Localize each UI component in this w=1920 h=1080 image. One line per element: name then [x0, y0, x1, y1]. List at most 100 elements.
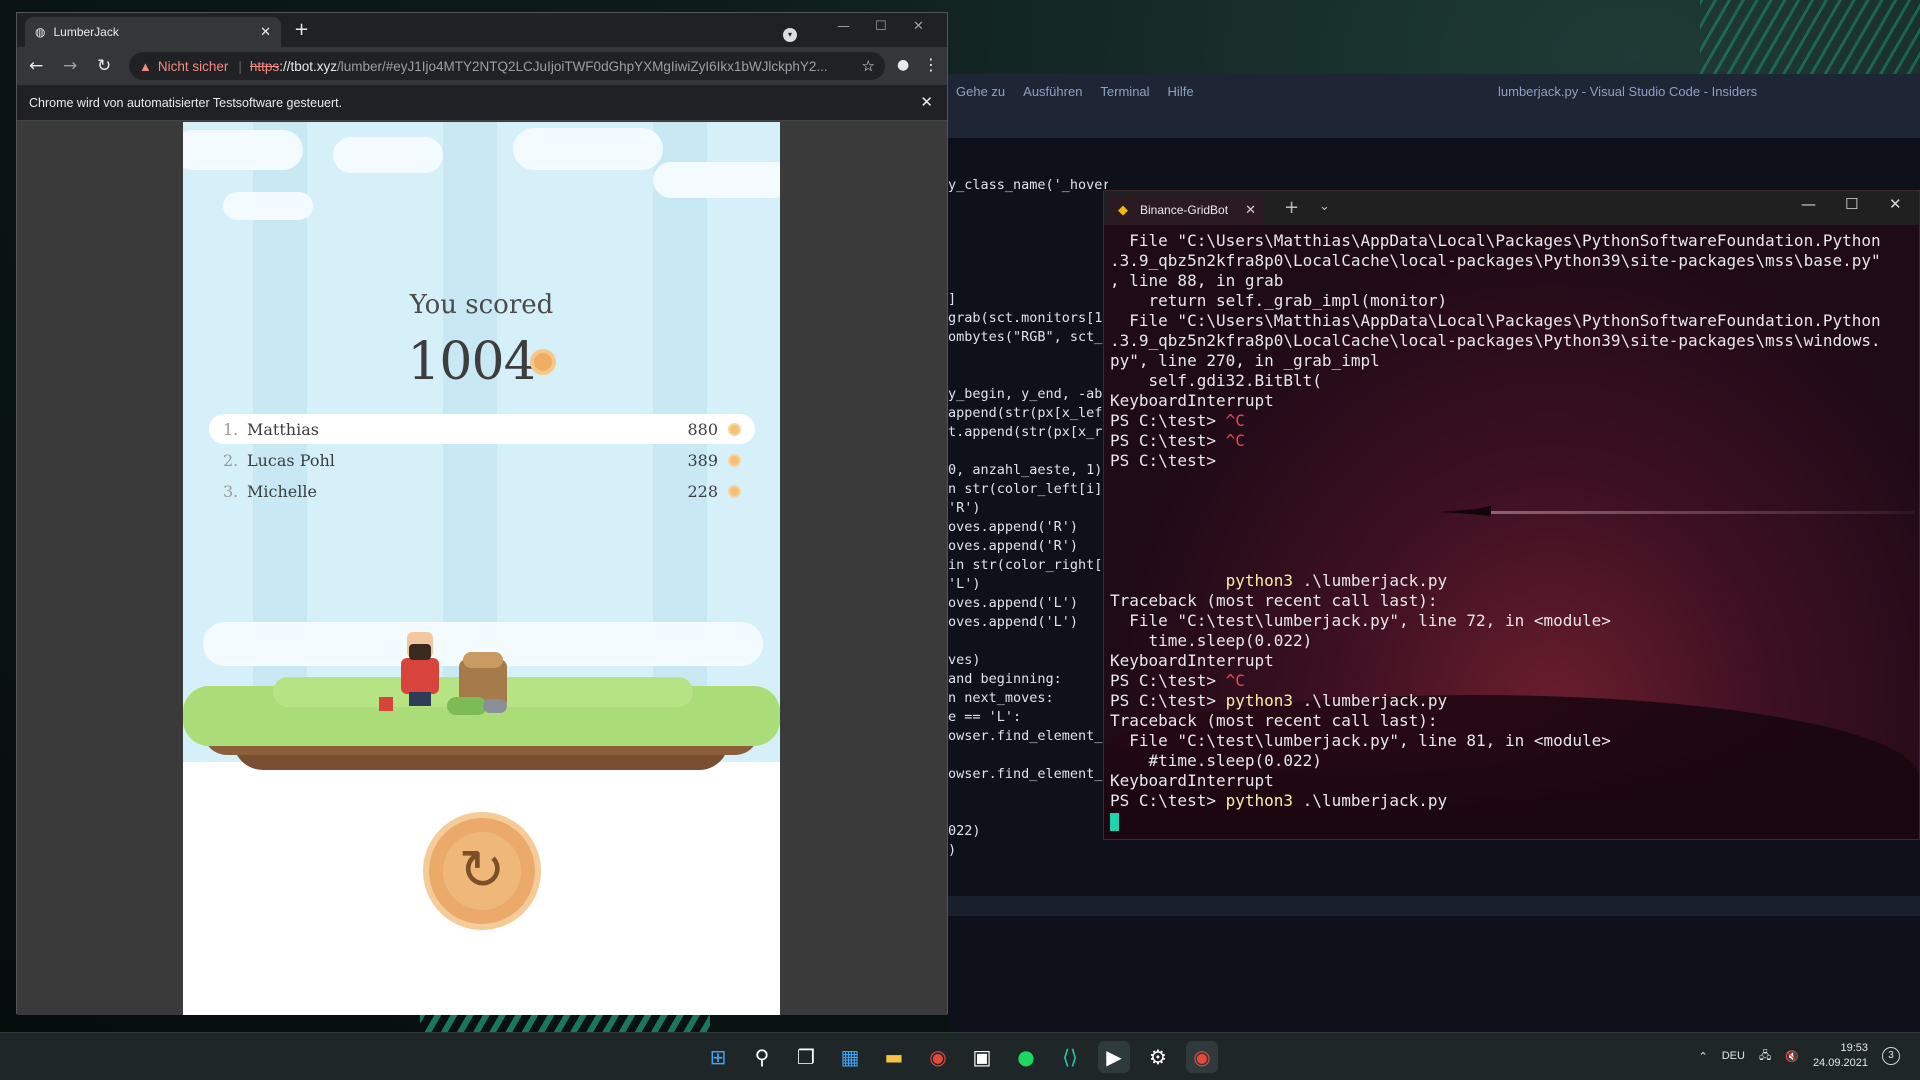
system-tray: ⌃ DEU 🖧 🔇 19:53 24.09.2021 3	[1699, 1041, 1900, 1071]
maximize-icon[interactable]: ☐	[1845, 195, 1858, 213]
leaderboard-row: 2. Lucas Pohl 389	[209, 445, 755, 475]
address-bar[interactable]: ▲ Nicht sicher | https ://tbot.xyz /lumb…	[129, 52, 885, 80]
code-line: grab(sct.monitors[1])	[948, 310, 1108, 326]
terminal-cursor	[1110, 812, 1119, 831]
terminal-line-text: KeyboardInterrupt	[1110, 391, 1274, 410]
game-canvas[interactable]: You scored 1004 1. Matthias 880 2. Lucas…	[183, 122, 780, 1015]
close-tab-icon[interactable]: ✕	[1245, 202, 1256, 218]
clock[interactable]: 19:53 24.09.2021	[1813, 1041, 1868, 1071]
terminal-tab[interactable]: ◆ Binance-GridBot ✕	[1108, 195, 1264, 225]
menu-go-to[interactable]: Gehe zu	[956, 84, 1005, 99]
terminal-line-text: PS C:\test>	[1110, 431, 1226, 450]
terminal-line-text: File "C:\Users\Matthias\AppData\Local\Pa…	[1110, 311, 1881, 330]
profile-icon[interactable]: ●	[897, 57, 915, 75]
cloud	[223, 192, 313, 220]
terminal-line-text: PS C:\test>	[1110, 671, 1226, 690]
minimize-icon[interactable]: —	[1801, 195, 1816, 213]
globe-icon: ◍	[35, 25, 46, 39]
leaderboard-row: 1. Matthias 880	[209, 414, 755, 444]
terminal-line: KeyboardInterrupt	[1110, 391, 1881, 411]
terminal-line: .3.9_qbz5n2kfra8p0\LocalCache\local-pack…	[1110, 331, 1881, 351]
close-icon[interactable]: ✕	[913, 19, 924, 34]
settings-icon[interactable]: ⚙	[1142, 1041, 1174, 1073]
language-indicator[interactable]: DEU	[1722, 1050, 1745, 1062]
leaderboard: 1. Matthias 880 2. Lucas Pohl 389 3. Mic…	[209, 414, 755, 507]
forward-icon[interactable]: →	[63, 56, 77, 76]
score-number: 389	[687, 450, 718, 470]
terminal-line-text: #time.sleep(0.022)	[1110, 751, 1322, 770]
cloud	[653, 162, 780, 198]
task-view-icon[interactable]: ❐	[790, 1041, 822, 1073]
new-tab-icon[interactable]: +	[1284, 197, 1299, 218]
store-icon[interactable]: ▣	[966, 1041, 998, 1073]
maximize-icon[interactable]: ☐	[875, 19, 887, 34]
code-line: and beginning:	[948, 671, 1062, 687]
new-tab-icon[interactable]: +	[294, 19, 309, 40]
menu-terminal[interactable]: Terminal	[1100, 84, 1149, 99]
ctrl-c-text: ^C	[1225, 411, 1245, 430]
command-python: python3	[1225, 791, 1294, 810]
close-icon[interactable]: ✕	[1889, 195, 1902, 213]
player-score: 228	[687, 482, 741, 501]
file-explorer-icon[interactable]: ▬	[878, 1041, 910, 1073]
profile-dropdown-icon[interactable]: ▾	[783, 28, 797, 42]
menu-kebab-icon[interactable]: ⋮	[923, 55, 939, 74]
vscode-icon[interactable]: ⟨⟩	[1054, 1041, 1086, 1073]
close-infobar-icon[interactable]: ✕	[920, 85, 933, 121]
browser-tab[interactable]: ◍ LumberJack ✕	[25, 17, 281, 47]
menu-help[interactable]: Hilfe	[1168, 84, 1194, 99]
notification-badge[interactable]: 3	[1882, 1047, 1900, 1065]
player-name: Matthias	[247, 419, 319, 439]
terminal-line-text: return self._grab_impl(monitor)	[1110, 291, 1448, 310]
vscode-title: lumberjack.py - Visual Studio Code - Ins…	[1498, 84, 1758, 99]
menu-run[interactable]: Ausführen	[1023, 84, 1082, 99]
browser-toolbar: ← → ↻ ▲ Nicht sicher | https ://tbot.xyz…	[17, 47, 947, 85]
url-scheme: https	[249, 58, 280, 74]
reload-icon[interactable]: ↻	[97, 56, 111, 76]
separator: |	[238, 58, 242, 74]
chevron-up-icon[interactable]: ⌃	[1699, 1050, 1708, 1063]
lumberjack-legs	[409, 692, 431, 706]
terminal-line-text: .3.9_qbz5n2kfra8p0\LocalCache\local-pack…	[1110, 331, 1881, 350]
chrome-icon[interactable]: ◉	[922, 1041, 954, 1073]
terminal-line-text: File "C:\test\lumberjack.py", line 81, i…	[1110, 731, 1611, 750]
code-editor[interactable]: y_class_name('_hover').send_keys(Keys.SP…	[948, 176, 1108, 860]
chevron-down-icon[interactable]: ⌄	[1319, 199, 1330, 214]
search-icon[interactable]: ⚲	[746, 1041, 778, 1073]
terminal-line: #time.sleep(0.022)	[1110, 751, 1881, 771]
terminal-line-text: self.gdi32.BitBlt(	[1110, 371, 1322, 390]
network-icon[interactable]: 🖧	[1759, 1047, 1771, 1066]
page-viewport: You scored 1004 1. Matthias 880 2. Lucas…	[17, 122, 947, 1015]
minimize-icon[interactable]: —	[837, 19, 850, 34]
chrome-icon[interactable]: ◉	[1186, 1041, 1218, 1073]
player-score: 880	[687, 420, 741, 439]
binance-icon: ◆	[1118, 202, 1128, 217]
rank: 3.	[223, 481, 239, 501]
start-icon[interactable]: ⊞	[702, 1041, 734, 1073]
security-label[interactable]: Nicht sicher	[158, 59, 229, 74]
terminal-window[interactable]: ◆ Binance-GridBot ✕ + ⌄ — ☐ ✕ File "C:\U…	[1103, 190, 1920, 840]
terminal-line: PS C:\test> ^C	[1110, 431, 1881, 451]
terminal-line: KeyboardInterrupt	[1110, 651, 1881, 671]
terminal-output[interactable]: File "C:\Users\Matthias\AppData\Local\Pa…	[1110, 231, 1881, 831]
back-icon[interactable]: ←	[29, 56, 43, 76]
spotify-icon[interactable]: ●	[1010, 1041, 1042, 1073]
code-line: oves.append('L')	[948, 595, 1079, 611]
terminal-icon[interactable]: ▶	[1098, 1041, 1130, 1073]
clock-time: 19:53	[1840, 1042, 1868, 1054]
restart-button[interactable]: ↻	[423, 812, 541, 930]
command-arg: .\lumberjack.py	[1293, 791, 1448, 810]
rock	[483, 699, 507, 713]
widgets-icon[interactable]: ▦	[834, 1041, 866, 1073]
bookmark-star-icon[interactable]: ☆	[862, 57, 875, 75]
current-line-highlight	[948, 896, 1920, 916]
coin-icon	[728, 422, 741, 436]
volume-muted-icon[interactable]: 🔇	[1785, 1050, 1799, 1063]
terminal-line-text: time.sleep(0.022)	[1110, 631, 1313, 650]
close-tab-icon[interactable]: ✕	[260, 24, 271, 40]
